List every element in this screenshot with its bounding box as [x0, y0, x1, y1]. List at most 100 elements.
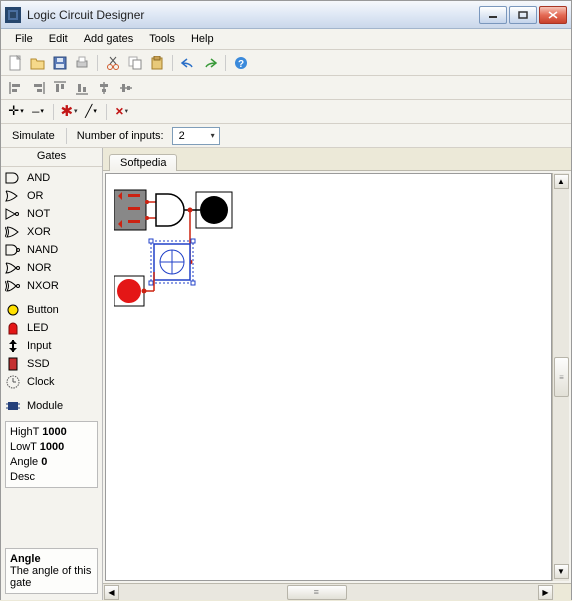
led-icon: [5, 321, 21, 335]
wire-h-icon[interactable]: —▾: [29, 103, 47, 121]
and-icon: [5, 171, 21, 185]
scroll-corner: [554, 584, 571, 601]
titlebar: Logic Circuit Designer: [1, 1, 571, 29]
vertical-scrollbar[interactable]: ▲ ≡ ▼: [552, 173, 569, 581]
horizontal-scrollbar[interactable]: ◀ ≡ ▶: [103, 583, 571, 600]
menubar: File Edit Add gates Tools Help: [1, 29, 571, 50]
prop-high-label: HighT: [10, 426, 39, 438]
app-icon: [5, 7, 21, 23]
align-center-v-icon[interactable]: [117, 79, 135, 97]
gate-label: LED: [27, 322, 48, 334]
scroll-right-icon[interactable]: ▶: [538, 585, 553, 600]
gate-item-led[interactable]: LED: [3, 319, 100, 337]
circuit-diagram: [114, 184, 274, 324]
separator: [172, 55, 173, 71]
prop-angle-value[interactable]: 0: [41, 456, 47, 468]
align-center-h-icon[interactable]: [95, 79, 113, 97]
undo-icon[interactable]: [179, 54, 197, 72]
redo-icon[interactable]: [201, 54, 219, 72]
gate-item-and[interactable]: AND: [3, 169, 100, 187]
gate-item-or[interactable]: OR: [3, 187, 100, 205]
chevron-down-icon: ▾: [211, 131, 215, 140]
menu-edit[interactable]: Edit: [43, 31, 74, 47]
align-right-icon[interactable]: [29, 79, 47, 97]
separator: [66, 128, 67, 144]
gate-label: NAND: [27, 244, 58, 256]
new-icon[interactable]: [7, 54, 25, 72]
not-icon: [5, 207, 21, 221]
minimize-button[interactable]: [479, 6, 507, 24]
num-inputs-dropdown[interactable]: 2 ▾: [172, 127, 220, 145]
separator: [97, 55, 98, 71]
gate-item-xor[interactable]: XOR: [3, 223, 100, 241]
hscroll-thumb[interactable]: ≡: [287, 585, 347, 600]
cut-icon[interactable]: [104, 54, 122, 72]
tab-softpedia[interactable]: Softpedia: [109, 154, 177, 171]
align-top-icon[interactable]: [51, 79, 69, 97]
node-icon[interactable]: ✱▾: [60, 103, 78, 121]
gate-item-nxor[interactable]: NXOR: [3, 277, 100, 295]
gate-label: Clock: [27, 376, 55, 388]
menu-tools[interactable]: Tools: [143, 31, 181, 47]
gate-item-ssd[interactable]: SSD: [3, 355, 100, 373]
gate-label: NXOR: [27, 280, 59, 292]
wire-diag-icon[interactable]: ╱▾: [82, 103, 100, 121]
gate-label: AND: [27, 172, 50, 184]
gate-label: SSD: [27, 358, 50, 370]
vscroll-thumb[interactable]: ≡: [554, 357, 569, 397]
side-heading: Gates: [1, 148, 102, 167]
gate-label: XOR: [27, 226, 51, 238]
open-icon[interactable]: [29, 54, 47, 72]
nxor-icon: [5, 279, 21, 293]
scroll-down-icon[interactable]: ▼: [554, 564, 569, 579]
gate-label: OR: [27, 190, 44, 202]
gate-item-nand[interactable]: NAND: [3, 241, 100, 259]
close-button[interactable]: [539, 6, 567, 24]
toolbar-simulate: Simulate Number of inputs: 2 ▾: [1, 124, 571, 148]
paste-icon[interactable]: [148, 54, 166, 72]
copy-icon[interactable]: [126, 54, 144, 72]
align-bottom-icon[interactable]: [73, 79, 91, 97]
maximize-button[interactable]: [509, 6, 537, 24]
num-inputs-value: 2: [179, 130, 185, 142]
design-canvas[interactable]: [105, 173, 552, 581]
separator: [225, 55, 226, 71]
gate-item-not[interactable]: NOT: [3, 205, 100, 223]
or-icon: [5, 189, 21, 203]
gate-item-input[interactable]: Input: [3, 337, 100, 355]
gate-item-nor[interactable]: NOR: [3, 259, 100, 277]
save-icon[interactable]: [51, 54, 69, 72]
print-icon[interactable]: [73, 54, 91, 72]
help-icon[interactable]: ?: [232, 54, 250, 72]
window-controls: [479, 6, 567, 24]
explain-body: The angle of this gate: [10, 565, 93, 589]
side-panel: Gates AND OR NOT XOR NAND NOR NXOR Butto…: [1, 148, 103, 600]
gate-item-module[interactable]: Module: [3, 397, 100, 415]
menu-add-gates[interactable]: Add gates: [78, 31, 140, 47]
scroll-left-icon[interactable]: ◀: [104, 585, 119, 600]
nor-icon: [5, 261, 21, 275]
button-icon: [5, 303, 21, 317]
gate-item-clock[interactable]: Clock: [3, 373, 100, 391]
prop-low-value[interactable]: 1000: [40, 441, 64, 453]
scroll-up-icon[interactable]: ▲: [554, 174, 569, 189]
window-title: Logic Circuit Designer: [27, 8, 144, 22]
menu-file[interactable]: File: [9, 31, 39, 47]
gate-item-button[interactable]: Button: [3, 301, 100, 319]
clock-icon: [5, 375, 21, 389]
xor-icon: [5, 225, 21, 239]
align-left-icon[interactable]: [7, 79, 25, 97]
simulate-button[interactable]: Simulate: [7, 128, 60, 144]
gate-label: Input: [27, 340, 51, 352]
pointer-icon[interactable]: ✛▾: [7, 103, 25, 121]
menu-help[interactable]: Help: [185, 31, 220, 47]
gate-label: NOR: [27, 262, 51, 274]
explain-title: Angle: [10, 553, 93, 565]
explain-box: Angle The angle of this gate: [5, 548, 98, 594]
tab-strip: Softpedia: [103, 148, 571, 170]
toolbar-wire: ✛▾ —▾ ✱▾ ╱▾ ✕▾: [1, 100, 571, 124]
delete-icon[interactable]: ✕▾: [113, 103, 131, 121]
prop-low-label: LowT: [10, 441, 37, 453]
canvas-wrap: Softpedia: [103, 148, 571, 600]
prop-high-value[interactable]: 1000: [42, 426, 66, 438]
